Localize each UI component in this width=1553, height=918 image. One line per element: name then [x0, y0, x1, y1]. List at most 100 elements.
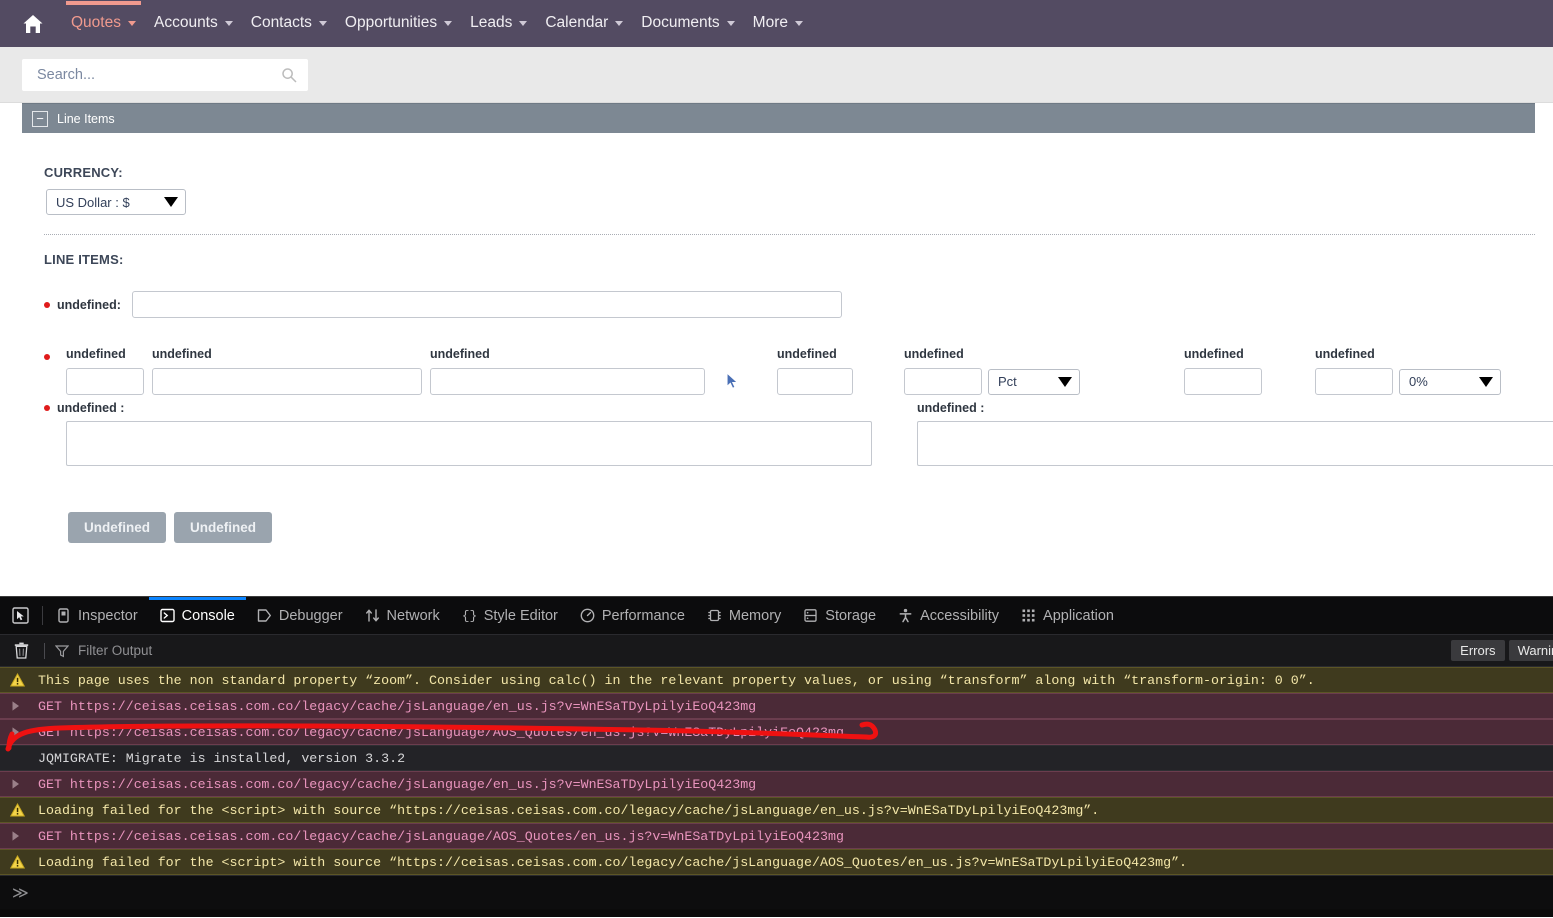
expand-arrow-icon[interactable]	[10, 726, 36, 738]
chevron-down-icon	[444, 21, 452, 26]
field-label: undefined	[430, 347, 740, 361]
required-indicator-icon	[44, 405, 50, 411]
filter-output-input[interactable]	[76, 642, 476, 659]
nav-item-leads[interactable]: Leads	[461, 1, 536, 46]
home-icon[interactable]	[18, 10, 48, 38]
console-message-row[interactable]: This page uses the non standard property…	[0, 667, 1553, 693]
filter-input-group[interactable]	[55, 642, 1553, 659]
console-message-text: Loading failed for the <script> with sou…	[36, 803, 1099, 818]
nav-item-more[interactable]: More	[744, 1, 812, 46]
devtools-tab-network[interactable]: Network	[354, 597, 451, 634]
nav-item-label: Contacts	[251, 15, 312, 31]
console-message-text: GET https://ceisas.ceisas.com.co/legacy/…	[36, 699, 756, 714]
field-input-7[interactable]	[1315, 368, 1393, 395]
field-label: undefined	[904, 347, 1080, 361]
pct-select-value: Pct	[998, 374, 1017, 389]
chevron-down-icon	[319, 21, 327, 26]
percent-select-value: 0%	[1409, 374, 1428, 389]
console-filter-bar: Errors Warnings	[0, 635, 1553, 667]
memory-icon	[707, 608, 722, 623]
field-column-1: undefined	[66, 347, 144, 395]
group-name-label: undefined:	[57, 298, 121, 312]
field-input-2[interactable]	[152, 368, 422, 395]
devtools-tab-label: Style Editor	[484, 608, 558, 624]
chevron-down-icon	[225, 21, 233, 26]
field-column-4: undefined	[777, 347, 853, 395]
nav-item-contacts[interactable]: Contacts	[242, 1, 336, 46]
console-message-row[interactable]: Loading failed for the <script> with sou…	[0, 849, 1553, 875]
group-name-input[interactable]	[132, 291, 842, 318]
devtools-tab-label: Application	[1043, 608, 1114, 624]
console-message-row[interactable]: GET https://ceisas.ceisas.com.co/legacy/…	[0, 823, 1553, 849]
field-label: undefined	[777, 347, 853, 361]
trash-icon[interactable]	[8, 642, 34, 659]
console-message-row[interactable]: GET https://ceisas.ceisas.com.co/legacy/…	[0, 719, 1553, 745]
field-input-5[interactable]	[904, 368, 982, 395]
devtools-tab-label: Network	[387, 608, 440, 624]
devtools-tab-console[interactable]: Console	[149, 597, 246, 634]
field-label: undefined	[152, 347, 422, 361]
nav-items-container: QuotesAccounts Contacts Opportunities Leads…	[62, 1, 812, 46]
devtools-tab-debugger[interactable]: Debugger	[246, 597, 354, 634]
console-message-row[interactable]: Loading failed for the <script> with sou…	[0, 797, 1553, 823]
field-input-4[interactable]	[777, 368, 853, 395]
line-items-panel-header: − Line Items	[22, 103, 1535, 133]
nav-item-quotes[interactable]: Quotes	[62, 1, 145, 46]
warning-triangle-icon	[10, 673, 36, 687]
nav-item-calendar[interactable]: Calendar	[536, 1, 632, 46]
nav-item-label: Opportunities	[345, 15, 437, 31]
nav-item-documents[interactable]: Documents	[632, 1, 743, 46]
devtools-tab-performance[interactable]: Performance	[569, 597, 696, 634]
expand-arrow-icon[interactable]	[10, 778, 36, 790]
collapse-panel-button[interactable]: −	[32, 111, 48, 127]
field-label: undefined	[1184, 347, 1262, 361]
search-input[interactable]	[35, 66, 281, 84]
field-label: undefined	[66, 347, 144, 361]
devtools-tab-memory[interactable]: Memory	[696, 597, 792, 634]
line-items-panel-body: CURRENCY: US Dollar : $ LINE ITEMS: unde…	[0, 133, 1553, 543]
devtools-tab-application[interactable]: Application	[1010, 597, 1125, 634]
console-message-row[interactable]: GET https://ceisas.ceisas.com.co/legacy/…	[0, 771, 1553, 797]
console-message-row[interactable]: GET https://ceisas.ceisas.com.co/legacy/…	[0, 693, 1553, 719]
performance-icon	[580, 608, 595, 623]
storage-icon	[803, 608, 818, 623]
debugger-icon	[257, 608, 272, 623]
filter-divider	[44, 643, 45, 659]
chevron-down-icon	[164, 197, 178, 207]
console-command-line[interactable]: ≫	[0, 875, 1553, 909]
add-group-button[interactable]: Undefined	[68, 512, 166, 543]
nav-item-opportunities[interactable]: Opportunities	[336, 1, 461, 46]
console-message-text: JQMIGRATE: Migrate is installed, version…	[36, 751, 405, 766]
element-picker-icon[interactable]	[0, 597, 40, 634]
devtools-tab-inspector[interactable]: Inspector	[45, 597, 149, 634]
console-icon	[160, 608, 175, 623]
prompt-icon: ≫	[12, 883, 29, 903]
warning-triangle-icon	[10, 803, 36, 817]
field-input-3[interactable]	[430, 368, 705, 395]
nav-item-accounts[interactable]: Accounts	[145, 1, 242, 46]
svg-text:{}: {}	[462, 609, 477, 624]
chevron-down-icon	[1058, 377, 1072, 387]
group-description-textarea[interactable]	[917, 421, 1553, 466]
add-line-button[interactable]: Undefined	[174, 512, 272, 543]
devtools-tab-label: Memory	[729, 608, 781, 624]
currency-select[interactable]: US Dollar : $	[46, 189, 186, 215]
field-input-1[interactable]	[66, 368, 144, 395]
devtools-tab-style-editor[interactable]: {} Style Editor	[451, 597, 569, 634]
field-input-6[interactable]	[1184, 368, 1262, 395]
errors-filter-button[interactable]: Errors	[1451, 640, 1504, 661]
devtools-tab-accessibility[interactable]: Accessibility	[887, 597, 1010, 634]
chevron-down-icon	[128, 21, 136, 26]
warnings-filter-button[interactable]: Warnings	[1509, 640, 1553, 661]
description-row: undefined : undefined :	[0, 395, 1553, 466]
expand-arrow-icon[interactable]	[10, 700, 36, 712]
percent-select[interactable]: 0%	[1399, 369, 1501, 395]
devtools-tab-storage[interactable]: Storage	[792, 597, 887, 634]
console-message-row[interactable]: JQMIGRATE: Migrate is installed, version…	[0, 745, 1553, 771]
devtools-tab-label: Accessibility	[920, 608, 999, 624]
expand-arrow-icon[interactable]	[10, 830, 36, 842]
description-textarea[interactable]	[66, 421, 872, 466]
pct-select[interactable]: Pct	[988, 369, 1080, 395]
search-box[interactable]	[22, 59, 308, 91]
devtools-tab-label: Debugger	[279, 608, 343, 624]
